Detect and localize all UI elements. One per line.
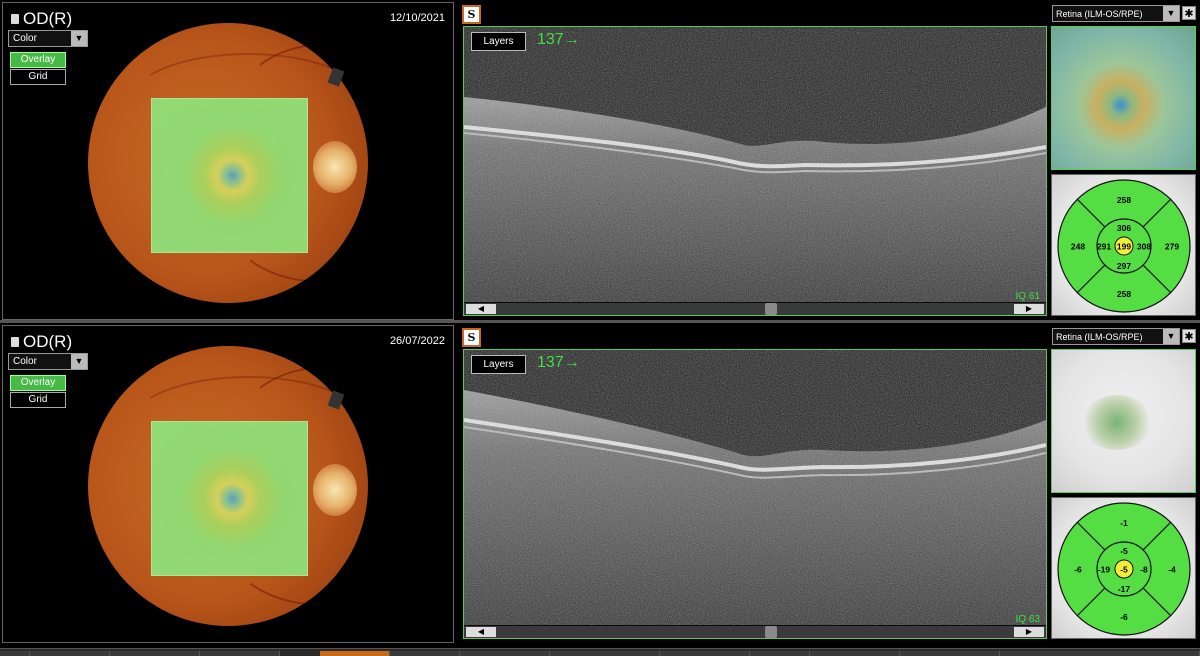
etdrs-outer-bottom: -6 xyxy=(1120,612,1128,622)
etdrs-inner-left: 291 xyxy=(1097,242,1111,252)
thickness-map-thumbnail[interactable] xyxy=(1051,26,1196,170)
bscan-image xyxy=(464,350,1046,625)
eye-label: OD(R) xyxy=(11,332,72,352)
asterisk-settings-icon[interactable]: ✱ xyxy=(1182,6,1196,20)
fundus-photo[interactable] xyxy=(88,23,368,303)
etdrs-grid-svg: 199 306 291 308 297 258 248 279 258 xyxy=(1057,179,1191,313)
thickness-overlay[interactable] xyxy=(151,421,308,576)
scroll-thumb[interactable] xyxy=(765,303,777,315)
etdrs-outer-bottom: 258 xyxy=(1117,289,1131,299)
etdrs-outer-left: 248 xyxy=(1071,242,1085,252)
toolbar-tab[interactable] xyxy=(660,651,750,656)
etdrs-inner-right: -8 xyxy=(1140,565,1148,575)
lock-icon xyxy=(11,337,19,347)
layers-button[interactable]: Layers xyxy=(471,32,526,51)
chevron-down-icon[interactable]: ▼ xyxy=(71,31,87,46)
etdrs-inner-bottom: 297 xyxy=(1117,261,1131,271)
toolbar-tab[interactable] xyxy=(810,651,900,656)
etdrs-grid[interactable]: 199 306 291 308 297 258 248 279 258 xyxy=(1051,174,1196,316)
chevron-down-icon[interactable]: ▼ xyxy=(71,354,87,369)
slice-number: 137→ xyxy=(537,354,580,371)
overlay-button[interactable]: Overlay xyxy=(10,52,66,68)
exam-date: 26/07/2022 xyxy=(389,335,445,347)
toolbar-tab[interactable] xyxy=(460,651,550,656)
eye-label-text: OD(R) xyxy=(23,332,73,351)
fundus-photo[interactable] xyxy=(88,346,368,626)
etdrs-inner-right: 308 xyxy=(1137,242,1151,252)
scroll-right-arrow-icon[interactable]: ▶ xyxy=(1014,627,1044,637)
image-mode-value: Color xyxy=(13,356,37,367)
map-type-dropdown[interactable]: Retina (ILM-OS/RPE) ▼ xyxy=(1052,5,1180,22)
etdrs-center: 199 xyxy=(1117,242,1131,252)
etdrs-inner-left: -19 xyxy=(1098,565,1111,575)
chevron-down-icon[interactable]: ▼ xyxy=(1163,329,1179,344)
exam-row-1: OD(R) 12/10/2021 Color ▼ Overlay Grid S xyxy=(0,0,1200,322)
image-mode-value: Color xyxy=(13,33,37,44)
etdrs-inner-bottom: -17 xyxy=(1118,584,1131,594)
map-type-dropdown[interactable]: Retina (ILM-OS/RPE) ▼ xyxy=(1052,328,1180,345)
exam-row-2: OD(R) 26/07/2022 Color ▼ Overlay Grid S xyxy=(0,323,1200,645)
bscan-scrollbar[interactable]: ◀ ▶ xyxy=(464,303,1046,315)
bscan-panel[interactable]: Layers 137→ IQ 63 ◀ ▶ xyxy=(463,349,1047,639)
map-type-value: Retina (ILM-OS/RPE) xyxy=(1056,332,1143,342)
image-quality: IQ 63 xyxy=(1015,614,1040,625)
eye-label-text: OD(R) xyxy=(23,9,73,28)
asterisk-settings-icon[interactable]: ✱ xyxy=(1182,329,1196,343)
bscan-panel[interactable]: Layers 137→ IQ 61 ◀ ▶ xyxy=(463,26,1047,316)
image-mode-dropdown[interactable]: Color ▼ xyxy=(8,30,88,47)
scroll-thumb[interactable] xyxy=(765,626,777,638)
etdrs-center: -5 xyxy=(1120,565,1128,575)
etdrs-outer-right: 279 xyxy=(1165,242,1179,252)
scroll-left-arrow-icon[interactable]: ◀ xyxy=(466,304,496,314)
oct-scan-icon[interactable]: S xyxy=(462,328,481,347)
toolbar-tab[interactable] xyxy=(30,651,110,656)
etdrs-inner-top: -5 xyxy=(1120,546,1128,556)
etdrs-outer-top: -1 xyxy=(1120,518,1128,528)
toolbar-tab[interactable] xyxy=(110,651,200,656)
overlay-button[interactable]: Overlay xyxy=(10,375,66,391)
scroll-right-arrow-icon[interactable]: ▶ xyxy=(1014,304,1044,314)
change-map-blotch xyxy=(1082,395,1152,450)
change-map-thumbnail[interactable] xyxy=(1051,349,1196,493)
image-quality: IQ 61 xyxy=(1015,291,1040,302)
toolbar-tab-active[interactable] xyxy=(320,651,390,656)
scroll-left-arrow-icon[interactable]: ◀ xyxy=(466,627,496,637)
bscan-image xyxy=(464,27,1046,302)
etdrs-grid-svg: -5 -5 -19 -8 -17 -1 -6 -4 -6 xyxy=(1057,502,1191,636)
eye-label: OD(R) xyxy=(11,9,72,29)
map-type-value: Retina (ILM-OS/RPE) xyxy=(1056,9,1143,19)
fundus-panel: OD(R) 12/10/2021 Color ▼ Overlay Grid xyxy=(2,2,454,320)
thickness-overlay[interactable] xyxy=(151,98,308,253)
toolbar-tab[interactable] xyxy=(750,651,810,656)
slice-number: 137→ xyxy=(537,31,580,48)
etdrs-grid[interactable]: -5 -5 -19 -8 -17 -1 -6 -4 -6 xyxy=(1051,497,1196,639)
etdrs-outer-right: -4 xyxy=(1168,565,1176,575)
image-mode-dropdown[interactable]: Color ▼ xyxy=(8,353,88,370)
etdrs-inner-top: 306 xyxy=(1117,223,1131,233)
lock-icon xyxy=(11,14,19,24)
etdrs-outer-left: -6 xyxy=(1074,565,1082,575)
exam-date: 12/10/2021 xyxy=(389,12,445,24)
toolbar-tab[interactable] xyxy=(900,651,1000,656)
toolbar-tab[interactable] xyxy=(390,651,460,656)
toolbar-tab[interactable] xyxy=(0,651,30,656)
toolbar-tab[interactable] xyxy=(1000,651,1200,656)
toolbar-tab[interactable] xyxy=(200,651,280,656)
bottom-toolbar xyxy=(0,648,1200,656)
etdrs-outer-top: 258 xyxy=(1117,195,1131,205)
chevron-down-icon[interactable]: ▼ xyxy=(1163,6,1179,21)
grid-button[interactable]: Grid xyxy=(10,392,66,408)
layers-button[interactable]: Layers xyxy=(471,355,526,374)
fundus-panel: OD(R) 26/07/2022 Color ▼ Overlay Grid xyxy=(2,325,454,643)
oct-scan-icon[interactable]: S xyxy=(462,5,481,24)
toolbar-tab[interactable] xyxy=(550,651,660,656)
bscan-scrollbar[interactable]: ◀ ▶ xyxy=(464,626,1046,638)
grid-button[interactable]: Grid xyxy=(10,69,66,85)
